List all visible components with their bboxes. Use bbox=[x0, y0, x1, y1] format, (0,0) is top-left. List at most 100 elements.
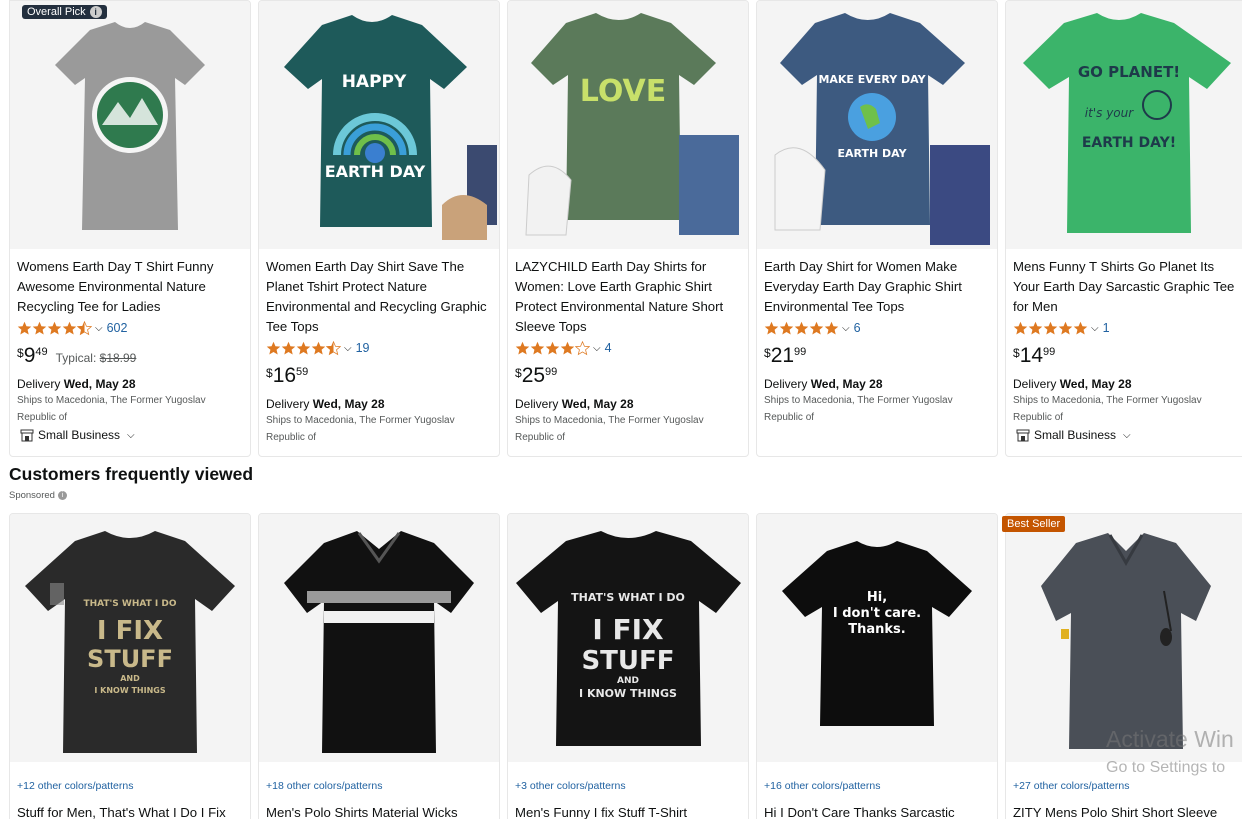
rating[interactable]: ⌵ 602 bbox=[17, 319, 243, 337]
color-options-link[interactable]: +18 other colors/patterns bbox=[266, 780, 492, 792]
product-card[interactable]: THAT'S WHAT I DO I FIX STUFF AND I KNOW … bbox=[9, 513, 251, 819]
star-rating-icon bbox=[515, 340, 590, 356]
polo-shirt-icon bbox=[1041, 532, 1211, 749]
typical-label: Typical: bbox=[55, 351, 97, 365]
small-business-label: Small Business bbox=[1034, 428, 1117, 442]
price-whole: 25 bbox=[521, 364, 546, 387]
info-icon[interactable]: i bbox=[57, 491, 67, 500]
storefront-icon bbox=[1016, 429, 1030, 442]
print-text: I KNOW THINGS bbox=[579, 687, 677, 700]
product-row-bottom: THAT'S WHAT I DO I FIX STUFF AND I KNOW … bbox=[9, 513, 1242, 819]
product-image[interactable]: LOVE bbox=[508, 1, 748, 249]
product-title[interactable]: Earth Day Shirt for Women Make Everyday … bbox=[764, 257, 990, 317]
print-text: I KNOW THINGS bbox=[94, 686, 165, 695]
color-options-link[interactable]: +3 other colors/patterns bbox=[515, 780, 741, 792]
price[interactable]: $ 21 99 bbox=[764, 343, 990, 371]
product-image[interactable]: GO PLANET! it's your EARTH DAY! bbox=[1006, 1, 1242, 249]
rating-count[interactable]: 6 bbox=[854, 321, 861, 335]
delivery-info: Delivery Wed, May 28 bbox=[515, 397, 741, 411]
rating-count[interactable]: 19 bbox=[356, 341, 370, 355]
color-options-link[interactable]: +16 other colors/patterns bbox=[764, 780, 990, 792]
overall-pick-badge: Overall Pick i bbox=[22, 5, 107, 19]
product-row-top: Overall Pick i Womens Earth Day T Shirt … bbox=[9, 0, 1242, 457]
chevron-down-icon[interactable]: ⌵ bbox=[127, 430, 135, 441]
price[interactable]: $ 9 49 Typical: $18.99 bbox=[17, 343, 243, 371]
print-text: LOVE bbox=[579, 74, 665, 109]
product-card[interactable]: +18 other colors/patterns Men's Polo Shi… bbox=[258, 513, 500, 819]
print-text: Thanks. bbox=[848, 622, 905, 637]
small-business-badge[interactable]: Small Business ⌵ bbox=[20, 428, 243, 442]
product-image[interactable] bbox=[259, 514, 499, 762]
price[interactable]: $ 16 59 bbox=[266, 363, 492, 391]
product-image[interactable]: HAPPY EARTH DAY bbox=[259, 1, 499, 249]
product-card[interactable]: GO PLANET! it's your EARTH DAY! Mens Fun… bbox=[1005, 0, 1242, 457]
sponsored-text: Sponsored bbox=[9, 490, 55, 501]
rating-count[interactable]: 602 bbox=[107, 321, 128, 335]
print-text: I FIX bbox=[97, 616, 163, 646]
tshirt-icon: HAPPY EARTH DAY bbox=[283, 15, 497, 240]
storefront-icon bbox=[20, 429, 34, 442]
delivery-label: Delivery bbox=[764, 377, 808, 391]
product-card[interactable]: Overall Pick i Womens Earth Day T Shirt … bbox=[9, 0, 251, 457]
print-text: HAPPY bbox=[341, 72, 406, 92]
chevron-down-icon[interactable]: ⌵ bbox=[95, 323, 103, 334]
product-title[interactable]: Women Earth Day Shirt Save The Planet Ts… bbox=[266, 257, 492, 337]
product-card[interactable]: LOVE LAZYCHILD Earth Day Shirts for Wome… bbox=[507, 0, 749, 457]
print-text: THAT'S WHAT I DO bbox=[83, 599, 176, 609]
chevron-down-icon[interactable]: ⌵ bbox=[344, 343, 352, 354]
rating[interactable]: ⌵ 1 bbox=[1013, 319, 1239, 337]
product-title[interactable]: Hi I Don't Care Thanks Sarcastic bbox=[764, 805, 990, 819]
color-options-link[interactable]: +27 other colors/patterns bbox=[1013, 780, 1239, 792]
price[interactable]: $ 14 99 bbox=[1013, 343, 1239, 371]
chevron-down-icon[interactable]: ⌵ bbox=[593, 343, 601, 354]
product-title[interactable]: Womens Earth Day T Shirt Funny Awesome E… bbox=[17, 257, 243, 317]
product-card[interactable]: THAT'S WHAT I DO I FIX STUFF AND I KNOW … bbox=[507, 513, 749, 819]
product-image[interactable] bbox=[1006, 514, 1242, 762]
info-icon[interactable]: i bbox=[89, 6, 102, 18]
print-text: I don't care. bbox=[833, 606, 921, 621]
chevron-down-icon[interactable]: ⌵ bbox=[1091, 323, 1099, 334]
color-options-link[interactable]: +12 other colors/patterns bbox=[17, 780, 243, 792]
product-image[interactable]: THAT'S WHAT I DO I FIX STUFF AND I KNOW … bbox=[10, 514, 250, 762]
product-title[interactable]: Men's Funny I fix Stuff T-Shirt bbox=[515, 805, 741, 819]
product-title[interactable]: ZITY Mens Polo Shirt Short Sleeve bbox=[1013, 805, 1239, 819]
print-text: EARTH DAY! bbox=[1081, 135, 1175, 151]
delivery-date: Wed, May 28 bbox=[810, 377, 883, 391]
delivery-label: Delivery bbox=[515, 397, 559, 411]
product-image[interactable]: MAKE EVERY DAY EARTH DAY bbox=[757, 1, 997, 249]
price-fraction: 99 bbox=[545, 366, 558, 378]
product-image[interactable]: THAT'S WHAT I DO I FIX STUFF AND I KNOW … bbox=[508, 514, 748, 762]
product-image[interactable] bbox=[10, 1, 250, 249]
price[interactable]: $ 25 99 bbox=[515, 363, 741, 391]
windows-activation-subtext: Go to Settings to bbox=[1106, 759, 1226, 776]
print-text: AND bbox=[120, 674, 140, 683]
product-card[interactable]: MAKE EVERY DAY EARTH DAY Earth Day Shirt… bbox=[756, 0, 998, 457]
chevron-down-icon[interactable]: ⌵ bbox=[1123, 430, 1131, 441]
print-text: I FIX bbox=[592, 613, 664, 646]
ships-to: Ships to Macedonia, The Former Yugoslav … bbox=[764, 395, 953, 423]
typical-price-value: $18.99 bbox=[99, 351, 137, 365]
product-card[interactable]: HAPPY EARTH DAY Women Earth Day Shirt Sa… bbox=[258, 0, 500, 457]
rating-count[interactable]: 1 bbox=[1103, 321, 1110, 335]
rating[interactable]: ⌵ 6 bbox=[764, 319, 990, 337]
rating[interactable]: ⌵ 4 bbox=[515, 339, 741, 357]
product-title[interactable]: Stuff for Men, That's What I Do I Fix bbox=[17, 805, 243, 819]
print-text: MAKE EVERY DAY bbox=[818, 73, 926, 86]
small-business-badge[interactable]: Small Business ⌵ bbox=[1016, 428, 1239, 442]
price-whole: 21 bbox=[770, 344, 795, 367]
rating[interactable]: ⌵ 19 bbox=[266, 339, 492, 357]
delivery-label: Delivery bbox=[17, 377, 61, 391]
star-rating-icon bbox=[1013, 321, 1088, 336]
sponsored-label[interactable]: Sponsored i bbox=[9, 490, 67, 501]
price-whole: 9 bbox=[23, 344, 36, 367]
product-card[interactable]: Hi, I don't care. Thanks. +16 other colo… bbox=[756, 513, 998, 819]
rating-count[interactable]: 4 bbox=[605, 341, 612, 355]
product-title[interactable]: Mens Funny T Shirts Go Planet Its Your E… bbox=[1013, 257, 1239, 317]
product-title[interactable]: Men's Polo Shirts Material Wicks bbox=[266, 805, 492, 819]
price-symbol: $ bbox=[764, 346, 771, 360]
delivery-info: Delivery Wed, May 28 bbox=[17, 377, 243, 391]
product-title[interactable]: LAZYCHILD Earth Day Shirts for Women: Lo… bbox=[515, 257, 741, 337]
print-text: EARTH DAY bbox=[837, 147, 907, 160]
chevron-down-icon[interactable]: ⌵ bbox=[842, 323, 850, 334]
product-image[interactable]: Hi, I don't care. Thanks. bbox=[757, 514, 997, 762]
